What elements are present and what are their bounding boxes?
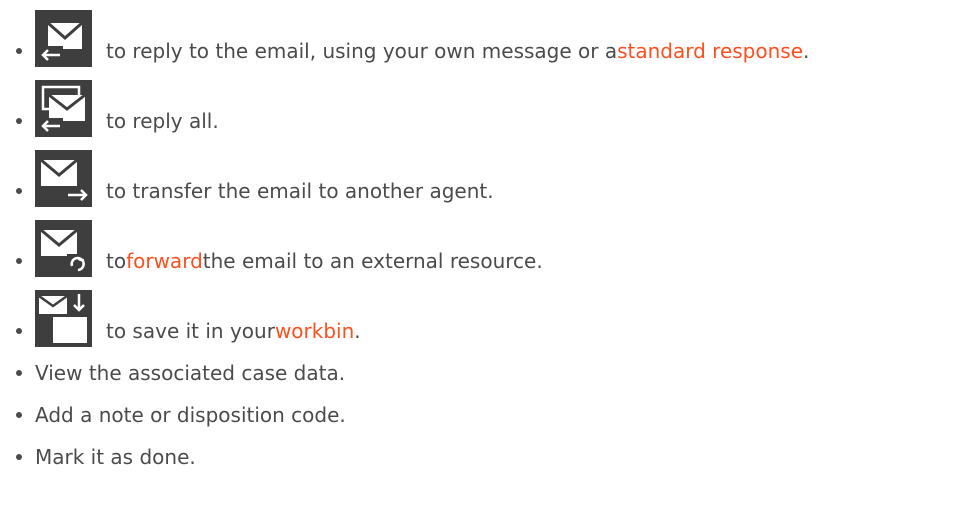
workbin-text-after: . bbox=[354, 319, 361, 343]
list-item-case-data: View the associated case data. bbox=[16, 343, 946, 385]
transfer-text: to transfer the email to another agent. bbox=[106, 179, 494, 203]
disposition-text: Add a note or disposition code. bbox=[35, 403, 346, 427]
workbin-link[interactable]: workbin bbox=[275, 319, 354, 343]
list-item-done: Mark it as done. bbox=[16, 427, 946, 469]
forward-email-icon[interactable] bbox=[35, 220, 92, 277]
workbin-text-before: to save it in your bbox=[106, 319, 275, 343]
list-item-reply-all: to reply all. bbox=[16, 63, 946, 137]
standard-response-link[interactable]: standard response bbox=[617, 39, 803, 63]
reply-all-text: to reply all. bbox=[106, 109, 219, 133]
list-item-disposition: Add a note or disposition code. bbox=[16, 385, 946, 427]
list-item-transfer: to transfer the email to another agent. bbox=[16, 133, 946, 207]
save-to-workbin-icon[interactable] bbox=[35, 290, 92, 347]
list-item-reply: to reply to the email, using your own me… bbox=[16, 0, 946, 67]
forward-text-before: to bbox=[106, 249, 127, 273]
transfer-email-icon[interactable] bbox=[35, 150, 92, 207]
action-list: to reply to the email, using your own me… bbox=[16, 0, 946, 469]
list-item-workbin: to save it in your workbin. bbox=[16, 273, 946, 347]
reply-email-icon[interactable] bbox=[35, 10, 92, 67]
forward-text-after: the email to an external resource. bbox=[202, 249, 543, 273]
case-data-text: View the associated case data. bbox=[35, 361, 346, 385]
reply-all-email-icon[interactable] bbox=[35, 80, 92, 137]
forward-link[interactable]: forward bbox=[126, 249, 203, 273]
list-item-forward: to forward the email to an external reso… bbox=[16, 203, 946, 277]
done-text: Mark it as done. bbox=[35, 445, 196, 469]
reply-text-before: to reply to the email, using your own me… bbox=[106, 39, 618, 63]
reply-text-after: . bbox=[803, 39, 810, 63]
